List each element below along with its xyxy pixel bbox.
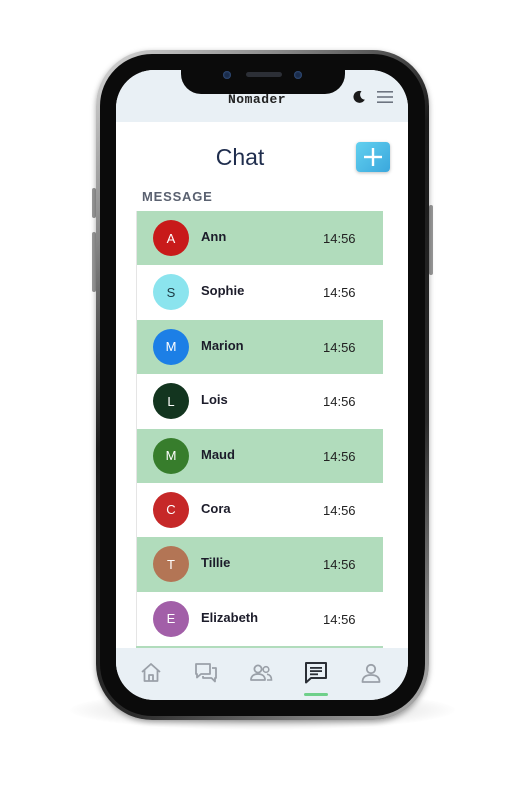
plus-icon xyxy=(364,148,382,166)
nav-profile[interactable] xyxy=(358,660,386,686)
nav-active-indicator xyxy=(304,693,328,696)
chat-bubbles-icon xyxy=(195,663,217,683)
nav-chats[interactable] xyxy=(193,660,221,686)
phone-speaker xyxy=(246,72,282,77)
phone-screen: Nomader Chat MESSAGE A Ann 14:56 S Sophie 14:… xyxy=(116,70,408,700)
avatar: A xyxy=(153,220,189,256)
bottom-nav xyxy=(116,648,408,700)
avatar: T xyxy=(153,546,189,583)
nav-contacts[interactable] xyxy=(248,660,276,686)
contacts-icon xyxy=(250,664,273,681)
section-label: MESSAGE xyxy=(142,189,213,204)
avatar: E xyxy=(153,600,189,637)
contact-name: Sophie xyxy=(201,283,245,299)
contact-name: Cora xyxy=(201,500,231,516)
moon-icon[interactable] xyxy=(352,90,366,104)
chat-list-item[interactable]: A Ann 14:56 xyxy=(136,211,383,266)
message-icon xyxy=(305,662,327,684)
message-time: 14:56 xyxy=(323,285,356,301)
brand-logo: Nomader xyxy=(228,92,287,107)
chat-list: A Ann 14:56 S Sophie 14:56 M Marion 14:56 L Lois 14… xyxy=(136,211,383,647)
phone-notch xyxy=(181,66,345,94)
power-button xyxy=(429,205,433,275)
nav-messages[interactable] xyxy=(303,660,331,686)
front-camera xyxy=(223,71,231,79)
chat-list-item[interactable]: S Sophie 14:56 xyxy=(136,265,383,320)
new-chat-button[interactable] xyxy=(356,142,390,172)
avatar: M xyxy=(153,437,189,474)
avatar: S xyxy=(153,274,189,311)
home-icon xyxy=(141,663,161,682)
contact-name: Marion xyxy=(201,337,244,353)
message-time: 14:56 xyxy=(323,339,356,355)
chat-list-item[interactable]: C Cora 14:56 xyxy=(136,482,383,538)
message-time: 14:56 xyxy=(323,448,356,464)
profile-icon xyxy=(361,663,381,683)
page-title: Chat xyxy=(215,144,265,170)
nav-home[interactable] xyxy=(138,660,166,686)
contact-name: Ann xyxy=(201,229,227,244)
avatar: M xyxy=(153,328,189,365)
avatar: C xyxy=(153,491,189,528)
message-time: 14:56 xyxy=(323,502,356,518)
contact-name: Tillie xyxy=(201,555,231,571)
chat-list-item[interactable]: T Tillie 14:56 xyxy=(136,537,383,592)
contact-name: Elizabeth xyxy=(201,609,259,625)
contact-name: Lois xyxy=(201,392,228,408)
message-time: 14:56 xyxy=(323,231,356,246)
chat-list-item[interactable]: M Marion 14:56 xyxy=(136,319,383,375)
chat-list-item[interactable]: L Lois 14:56 xyxy=(136,374,383,429)
message-time: 14:56 xyxy=(323,394,356,410)
front-sensor xyxy=(294,71,302,79)
message-time: 14:56 xyxy=(323,557,356,573)
avatar: L xyxy=(153,383,189,420)
message-time: 14:56 xyxy=(323,611,356,627)
contact-name: Maud xyxy=(201,446,235,462)
chat-list-item[interactable]: M Maud 14:56 xyxy=(136,428,383,483)
hamburger-menu-icon[interactable] xyxy=(377,91,393,103)
chat-list-item[interactable]: E Elizabeth 14:56 xyxy=(136,591,383,647)
